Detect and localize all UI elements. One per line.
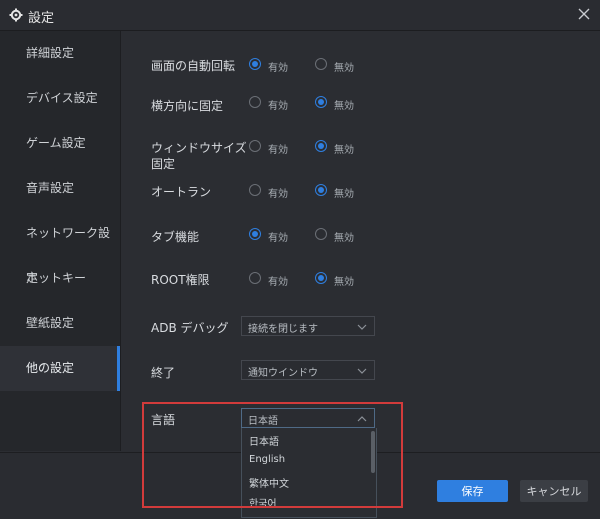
- tab-feature-off-radio[interactable]: [315, 228, 327, 240]
- cancel-button[interactable]: キャンセル: [520, 480, 588, 502]
- exit-value: 通知ウインドウ: [248, 368, 318, 379]
- language-option-korean[interactable]: 한국어: [249, 495, 277, 510]
- landscape-fix-on-radio[interactable]: [249, 96, 261, 108]
- autorun-on-text: 有効: [268, 189, 288, 200]
- tab-feature-on-radio[interactable]: [249, 228, 261, 240]
- auto-rotate-on-text: 有効: [268, 63, 288, 74]
- adb-debug-value: 接続を閉じます: [248, 324, 318, 335]
- sidebar-item-device[interactable]: デバイス設定: [0, 76, 120, 121]
- window-size-fix-off-text: 無効: [334, 145, 354, 156]
- auto-rotate-label: 画面の自動回転: [151, 59, 236, 73]
- root-on-text: 有効: [268, 277, 288, 288]
- adb-debug-label: ADB デバッグ: [151, 321, 229, 335]
- landscape-fix-off-radio[interactable]: [315, 96, 327, 108]
- root-on-radio[interactable]: [249, 272, 261, 284]
- autorun-label: オートラン: [151, 185, 212, 199]
- autorun-off-text: 無効: [334, 189, 354, 200]
- landscape-fix-on-text: 有効: [268, 101, 288, 112]
- language-select[interactable]: 日本語: [241, 408, 375, 428]
- window-size-fix-on-radio[interactable]: [249, 140, 261, 152]
- language-option-traditional-chinese[interactable]: 繁体中文: [249, 475, 289, 490]
- title-bar: 設定: [0, 0, 600, 31]
- autorun-off-radio[interactable]: [315, 184, 327, 196]
- exit-label: 終了: [151, 366, 176, 380]
- window-size-fix-label-line1: ウィンドウサイズ: [151, 141, 247, 155]
- sidebar-item-audio[interactable]: 音声設定: [0, 166, 120, 211]
- adb-debug-select[interactable]: 接続を閉じます: [241, 316, 375, 336]
- sidebar-item-advanced[interactable]: 詳細設定: [0, 31, 120, 76]
- window-size-fix-label-line2: 固定: [151, 157, 176, 171]
- tab-feature-on-text: 有効: [268, 233, 288, 244]
- autorun-on-radio[interactable]: [249, 184, 261, 196]
- window-title: 設定: [28, 11, 55, 26]
- root-label: ROOT権限: [151, 273, 210, 287]
- window-size-fix-off-radio[interactable]: [315, 140, 327, 152]
- language-value: 日本語: [248, 416, 278, 427]
- sidebar-item-hotkey[interactable]: ホットキー: [0, 256, 120, 301]
- exit-select[interactable]: 通知ウインドウ: [241, 360, 375, 380]
- chevron-down-icon: [357, 368, 367, 374]
- sidebar-item-game[interactable]: ゲーム設定: [0, 121, 120, 166]
- language-option-english[interactable]: English: [249, 454, 285, 465]
- sidebar-item-other[interactable]: 他の設定: [0, 346, 120, 391]
- language-option-japanese[interactable]: 日本語: [249, 433, 279, 448]
- dropdown-scrollbar[interactable]: [371, 431, 375, 473]
- sidebar-item-network[interactable]: ネットワーク設定: [0, 211, 120, 285]
- save-button[interactable]: 保存: [437, 480, 508, 502]
- landscape-fix-label: 横方向に固定: [151, 99, 224, 113]
- close-icon[interactable]: [576, 6, 592, 22]
- sidebar-item-wallpaper[interactable]: 壁紙設定: [0, 301, 120, 346]
- chevron-up-icon: [357, 416, 367, 422]
- language-dropdown-list: 日本語 English 繁体中文 한국어: [241, 428, 377, 518]
- auto-rotate-on-radio[interactable]: [249, 58, 261, 70]
- landscape-fix-off-text: 無効: [334, 101, 354, 112]
- window-size-fix-on-text: 有効: [268, 145, 288, 156]
- language-label: 言語: [151, 413, 176, 427]
- tab-feature-label: タブ機能: [151, 230, 200, 244]
- settings-content: 画面の自動回転 有効 無効 横方向に固定 有効 無効 ウィンドウサイズ 固定 有…: [121, 31, 600, 451]
- chevron-down-icon: [357, 324, 367, 330]
- root-off-text: 無効: [334, 277, 354, 288]
- settings-window: 設定 詳細設定 デバイス設定 ゲーム設定 音声設定 ネットワーク設定 ホットキー…: [0, 0, 600, 519]
- auto-rotate-off-radio[interactable]: [315, 58, 327, 70]
- tab-feature-off-text: 無効: [334, 233, 354, 244]
- gear-icon: [9, 8, 23, 22]
- auto-rotate-off-text: 無効: [334, 63, 354, 74]
- root-off-radio[interactable]: [315, 272, 327, 284]
- settings-sidebar: 詳細設定 デバイス設定 ゲーム設定 音声設定 ネットワーク設定 ホットキー 壁紙…: [0, 31, 121, 451]
